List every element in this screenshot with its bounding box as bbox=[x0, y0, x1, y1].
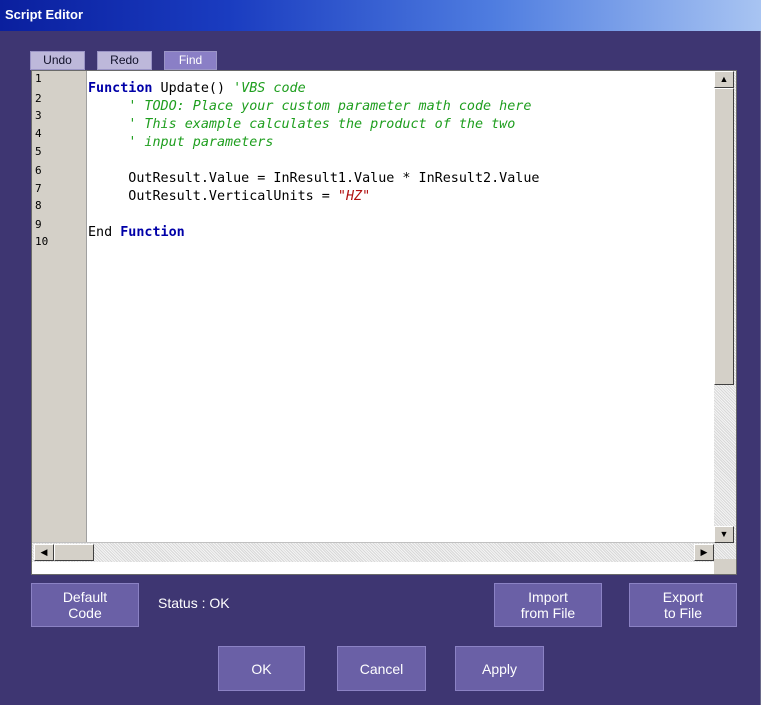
code-line: ' TODO: Place your custom parameter math… bbox=[88, 98, 531, 116]
arrow-down-icon: ▼ bbox=[719, 529, 729, 539]
scroll-down-button[interactable]: ▼ bbox=[714, 526, 734, 543]
comment-token: 'VBS code bbox=[233, 81, 306, 96]
comment-token: ' input parameters bbox=[128, 135, 274, 150]
scroll-up-button[interactable]: ▲ bbox=[714, 71, 734, 88]
line-number: 1 bbox=[35, 72, 42, 85]
code-line: OutResult.Value = InResult1.Value * InRe… bbox=[88, 170, 539, 188]
script-editor-window: Script Editor Undo Redo Find 1 2 3 4 5 6 7 8 9 10… bbox=[0, 0, 761, 705]
arrow-left-icon: ◀ bbox=[40, 547, 48, 557]
code-area[interactable]: Function Update() 'VBS code ' TODO: Plac… bbox=[88, 71, 714, 542]
status-text: Status : OK bbox=[158, 595, 230, 611]
line-number: 9 bbox=[35, 218, 42, 231]
vertical-scrollbar[interactable]: ▲ ▼ bbox=[714, 71, 736, 559]
apply-button[interactable]: Apply bbox=[455, 646, 544, 691]
arrow-right-icon: ▶ bbox=[700, 547, 708, 557]
import-label-line1: Import bbox=[528, 589, 568, 605]
line-number: 2 bbox=[35, 92, 42, 105]
default-code-label-line1: Default bbox=[62, 589, 108, 605]
code-line: ' input parameters bbox=[88, 134, 273, 152]
cancel-button[interactable]: Cancel bbox=[337, 646, 426, 691]
code-token: Update() bbox=[152, 81, 234, 96]
default-code-button[interactable]: Default Code bbox=[31, 583, 139, 627]
code-editor[interactable]: 1 2 3 4 5 6 7 8 9 10 Function Update() 'VBS code … bbox=[31, 70, 737, 575]
vertical-scroll-thumb[interactable] bbox=[714, 88, 734, 385]
line-number: 10 bbox=[35, 235, 49, 248]
export-label-line2: to File bbox=[663, 605, 703, 621]
arrow-up-icon: ▲ bbox=[719, 74, 729, 84]
code-line: End Function bbox=[88, 224, 185, 242]
line-number: 6 bbox=[35, 164, 42, 177]
title-bar[interactable]: Script Editor bbox=[0, 0, 761, 31]
line-number: 4 bbox=[35, 127, 42, 140]
code-token: OutResult.VerticalUnits = bbox=[88, 189, 338, 204]
comment-token: ' TODO: Place your custom parameter math… bbox=[128, 99, 532, 114]
undo-button[interactable]: Undo bbox=[30, 51, 85, 70]
line-number: 7 bbox=[35, 182, 42, 195]
line-number: 3 bbox=[35, 109, 42, 122]
string-token: "HZ" bbox=[337, 189, 371, 204]
export-to-file-button[interactable]: Export to File bbox=[629, 583, 737, 627]
code-token: End bbox=[88, 225, 121, 240]
code-line: Function Update() 'VBS code bbox=[88, 80, 306, 98]
line-number: 5 bbox=[35, 145, 42, 158]
line-number-gutter: 1 2 3 4 5 6 7 8 9 10 bbox=[32, 71, 87, 542]
line-number: 8 bbox=[35, 199, 42, 212]
export-label-line1: Export bbox=[662, 589, 704, 605]
comment-token: ' This example calculates the product of… bbox=[128, 117, 516, 132]
window-title: Script Editor bbox=[5, 7, 84, 22]
import-label-line2: from File bbox=[520, 605, 576, 621]
keyword-token: Function bbox=[120, 225, 185, 240]
scroll-right-button[interactable]: ▶ bbox=[694, 544, 714, 561]
import-from-file-button[interactable]: Import from File bbox=[494, 583, 602, 627]
find-button[interactable]: Find bbox=[164, 51, 217, 70]
ok-button[interactable]: OK bbox=[218, 646, 305, 691]
scroll-left-button[interactable]: ◀ bbox=[34, 544, 54, 561]
scrollbar-corner bbox=[714, 559, 736, 574]
code-line: ' This example calculates the product of… bbox=[88, 116, 515, 134]
redo-button[interactable]: Redo bbox=[97, 51, 152, 70]
default-code-label-line2: Code bbox=[68, 605, 102, 621]
code-token: OutResult.Value = InResult1.Value * InRe… bbox=[88, 171, 540, 186]
horizontal-scroll-thumb[interactable] bbox=[54, 544, 94, 561]
keyword-token: Function bbox=[88, 81, 153, 96]
code-line: OutResult.VerticalUnits = "HZ" bbox=[88, 188, 370, 206]
horizontal-scrollbar[interactable]: ◀ ▶ bbox=[32, 542, 714, 562]
